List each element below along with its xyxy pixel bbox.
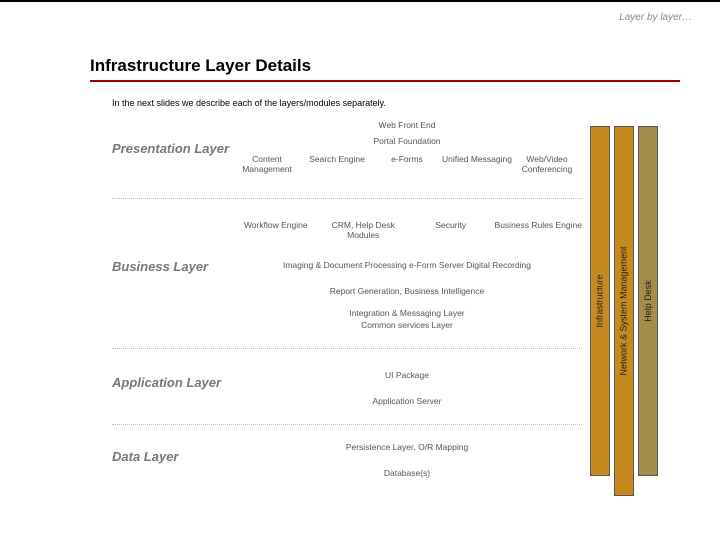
cell-rules: Business Rules Engine xyxy=(495,220,583,240)
breadcrumb: Layer by layer… xyxy=(619,12,692,23)
row-biz3: Report Generation, Business Intelligence xyxy=(232,286,582,296)
pillar-infrastructure: Infrastructure xyxy=(590,126,610,476)
diagram-canvas: Presentation Layer Web Front End Portal … xyxy=(112,120,672,520)
pillar-network-label: Network & System Management xyxy=(619,246,629,375)
row-data2: Database(s) xyxy=(232,468,582,478)
title-block: Infrastructure Layer Details xyxy=(90,56,680,82)
divider-3 xyxy=(112,424,582,425)
row-biz2: Imaging & Document Processing e-Form Ser… xyxy=(232,260,582,270)
row-portal: Portal Foundation xyxy=(232,136,582,146)
cell-eforms: e-Forms xyxy=(372,154,442,174)
cell-security: Security xyxy=(407,220,495,240)
row-webfront: Web Front End xyxy=(232,120,582,130)
row-biz4b: Common services Layer xyxy=(232,320,582,330)
top-rule xyxy=(0,0,720,2)
divider-1 xyxy=(112,198,582,199)
layer-label-application: Application Layer xyxy=(112,376,232,391)
cell-webvideo: Web/Video Conferencing xyxy=(512,154,582,174)
cell-search: Search Engine xyxy=(302,154,372,174)
row-biz4a: Integration & Messaging Layer xyxy=(232,308,582,318)
row-presentation-cells: Content Management Search Engine e-Forms… xyxy=(232,154,582,174)
row-biz-cells: Workflow Engine CRM, Help Desk Modules S… xyxy=(232,220,582,240)
pillar-helpdesk: Help Desk xyxy=(638,126,658,476)
layer-label-business: Business Layer xyxy=(112,260,232,275)
cell-content-mgmt: Content Management xyxy=(232,154,302,174)
layer-label-presentation: Presentation Layer xyxy=(112,142,232,157)
row-app2: Application Server xyxy=(232,396,582,406)
intro-text: In the next slides we describe each of t… xyxy=(112,98,386,108)
row-app1: UI Package xyxy=(232,370,582,380)
cell-unified-msg: Unified Messaging xyxy=(442,154,512,174)
cell-crm: CRM, Help Desk Modules xyxy=(320,220,408,240)
pillar-infrastructure-label: Infrastructure xyxy=(595,274,605,327)
page-title: Infrastructure Layer Details xyxy=(90,56,680,80)
row-data1: Persistence Layer, O/R Mapping xyxy=(232,442,582,452)
layer-label-data: Data Layer xyxy=(112,450,232,465)
pillar-helpdesk-label: Help Desk xyxy=(643,280,653,322)
divider-2 xyxy=(112,348,582,349)
pillar-network: Network & System Management xyxy=(614,126,634,496)
title-underline xyxy=(90,80,680,82)
cell-workflow: Workflow Engine xyxy=(232,220,320,240)
